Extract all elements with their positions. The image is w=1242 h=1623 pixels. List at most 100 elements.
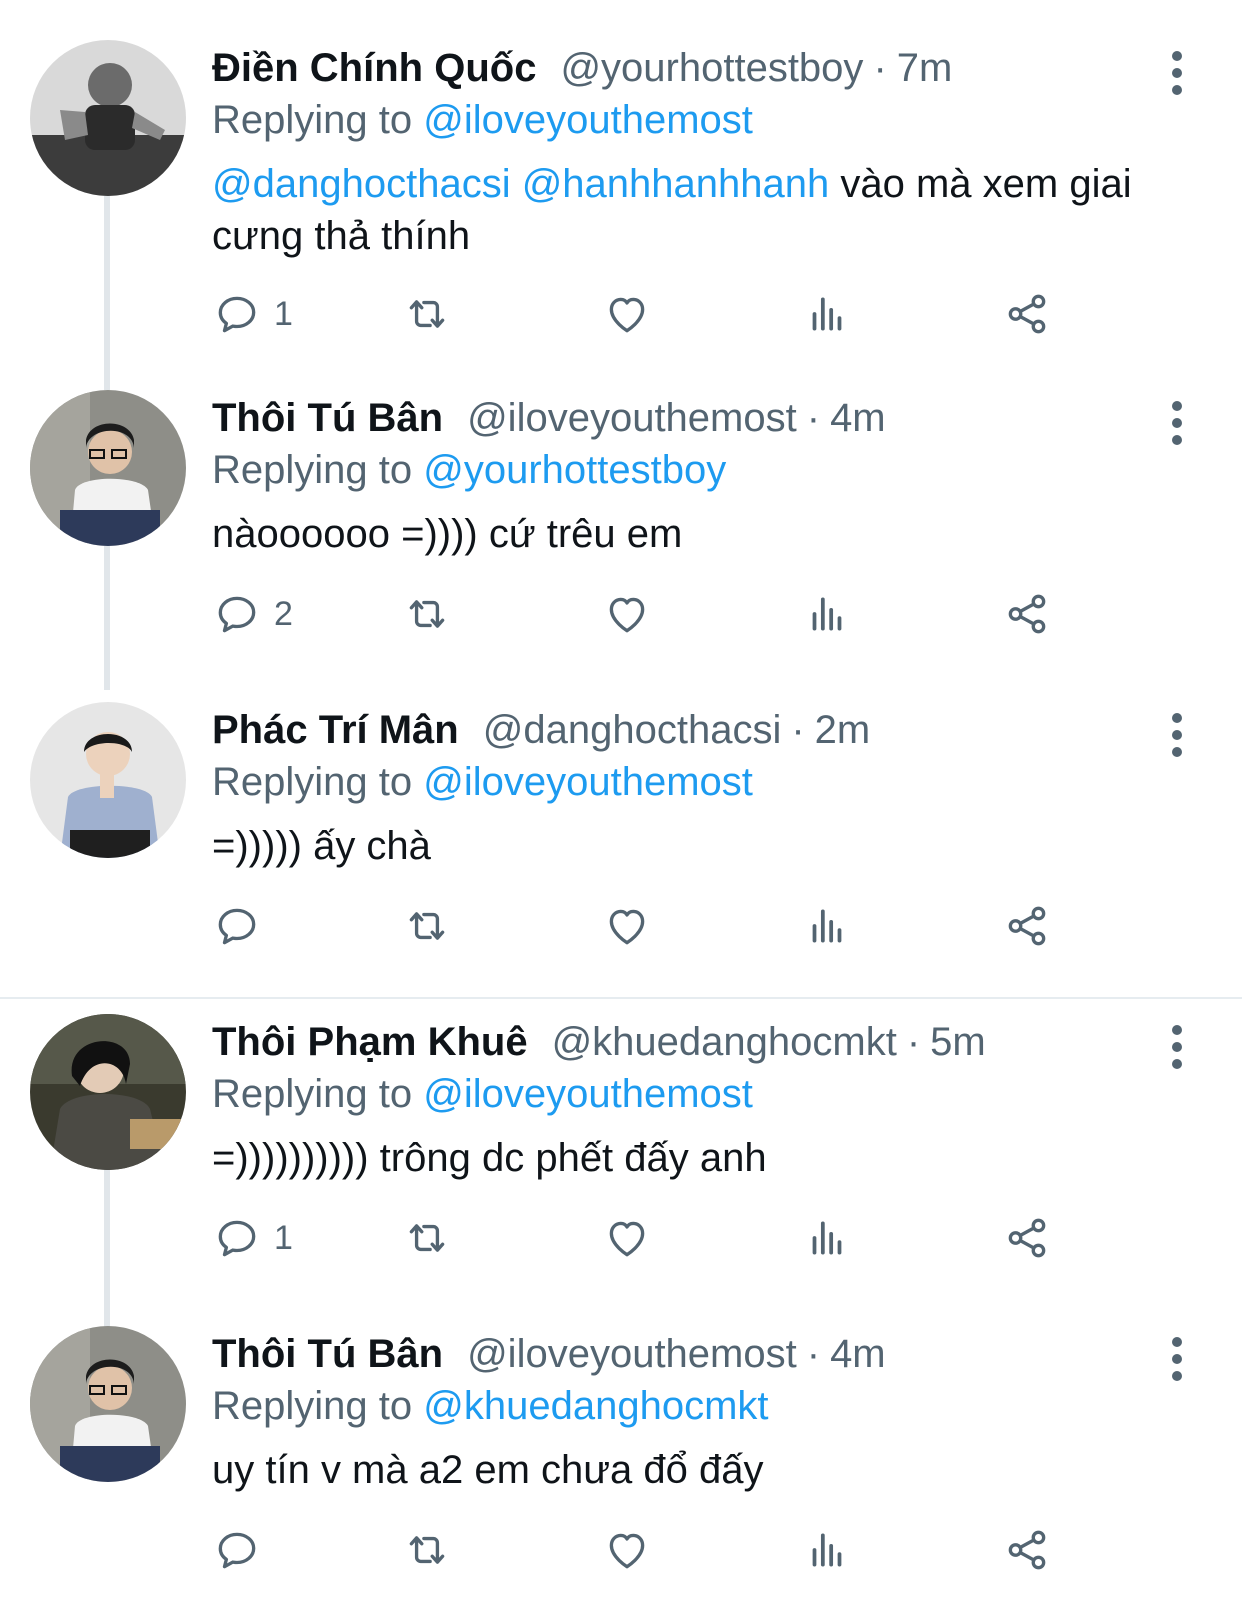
avatar[interactable]	[30, 390, 186, 546]
avatar[interactable]	[30, 40, 186, 196]
reply-button[interactable]	[212, 1522, 274, 1578]
replying-to-mention[interactable]: @khuedanghocmkt	[423, 1384, 768, 1428]
content-mentions[interactable]: @danghocthacsi @hanhhanhhanh	[212, 162, 829, 206]
retweet-icon	[409, 1536, 445, 1564]
handle[interactable]: @khuedanghocmkt	[552, 1014, 897, 1070]
display-name[interactable]: Phác Trí Mân	[212, 702, 459, 758]
replying-to: Replying to @yourhottestboy	[212, 442, 726, 498]
separator: ·	[906, 1020, 921, 1064]
avatar[interactable]	[30, 1326, 186, 1482]
more-options-icon	[1172, 1025, 1182, 1069]
display-name[interactable]: Thôi Phạm Khuê	[212, 1014, 528, 1070]
views-icon	[812, 1221, 842, 1255]
reply-count: 1	[274, 1218, 293, 1257]
retweet-button[interactable]	[402, 286, 452, 342]
tweet-header: Thôi Tú Bân @iloveyouthemost · 4m	[212, 1326, 886, 1382]
retweet-button[interactable]	[402, 898, 452, 954]
retweet-button[interactable]	[402, 1210, 452, 1266]
retweet-button[interactable]	[402, 586, 452, 642]
reply-button[interactable]: 2	[212, 586, 293, 642]
timestamp[interactable]: 5m	[930, 1014, 986, 1070]
reply-button[interactable]: 1	[212, 286, 293, 342]
more-options-button[interactable]	[1160, 1024, 1194, 1070]
replying-label: Replying to	[212, 1384, 413, 1428]
replying-to-mention[interactable]: @yourhottestboy	[423, 448, 726, 492]
separator: ·	[873, 46, 887, 90]
action-bar: 1	[212, 1210, 1112, 1266]
share-button[interactable]	[1002, 586, 1052, 642]
heart-icon	[609, 909, 645, 945]
replying-to: Replying to @iloveyouthemost	[212, 754, 753, 810]
more-options-button[interactable]	[1160, 400, 1194, 446]
reply-count: 1	[274, 294, 293, 333]
replying-label: Replying to	[212, 98, 413, 142]
heart-icon	[609, 1221, 645, 1257]
content-text: =))))) ấy chà	[212, 824, 431, 868]
display-name[interactable]: Thôi Tú Bân	[212, 1326, 443, 1382]
avatar[interactable]	[30, 1014, 186, 1170]
share-button[interactable]	[1002, 898, 1052, 954]
more-options-icon	[1172, 1337, 1182, 1381]
reply-count: 2	[274, 594, 293, 633]
tweet-text: nàoooooo =)))) cứ trêu em	[212, 508, 1172, 560]
heart-icon	[609, 297, 645, 333]
more-options-button[interactable]	[1160, 50, 1194, 96]
handle[interactable]: @iloveyouthemost	[467, 390, 797, 446]
views-button[interactable]	[802, 1522, 852, 1578]
replying-to-mention[interactable]: @iloveyouthemost	[423, 1072, 753, 1116]
timestamp[interactable]: 4m	[830, 390, 886, 446]
reply-icon	[218, 1532, 256, 1569]
action-bar	[212, 898, 1112, 954]
tweet-text: =))))) ấy chà	[212, 820, 1172, 872]
views-button[interactable]	[802, 898, 852, 954]
like-button[interactable]	[602, 898, 652, 954]
retweet-icon	[409, 300, 445, 328]
tweet[interactable]: Thôi Phạm Khuê @khuedanghocmkt · 5m Repl…	[0, 1014, 1242, 1294]
tweet-header: Thôi Phạm Khuê @khuedanghocmkt · 5m	[212, 1014, 986, 1070]
heart-icon	[609, 1533, 645, 1569]
views-button[interactable]	[802, 586, 852, 642]
tweet[interactable]: Phác Trí Mân @danghocthacsi · 2m Replyin…	[0, 702, 1242, 982]
avatar-photo-icon	[30, 1014, 186, 1170]
share-button[interactable]	[1002, 286, 1052, 342]
replying-to-mention[interactable]: @iloveyouthemost	[423, 98, 753, 142]
display-name[interactable]: Thôi Tú Bân	[212, 390, 443, 446]
avatar[interactable]	[30, 702, 186, 858]
timestamp[interactable]: 4m	[830, 1326, 886, 1382]
like-button[interactable]	[602, 586, 652, 642]
views-button[interactable]	[802, 286, 852, 342]
retweet-icon	[409, 1224, 445, 1252]
like-button[interactable]	[602, 1522, 652, 1578]
avatar-photo-icon	[30, 390, 186, 546]
share-button[interactable]	[1002, 1522, 1052, 1578]
handle[interactable]: @iloveyouthemost	[467, 1326, 797, 1382]
more-options-button[interactable]	[1160, 1336, 1194, 1382]
like-button[interactable]	[602, 286, 652, 342]
more-options-icon	[1172, 51, 1182, 95]
reply-button[interactable]: 1	[212, 1210, 293, 1266]
content-text: uy tín v mà a2 em chưa đổ đấy	[212, 1448, 764, 1492]
handle[interactable]: @danghocthacsi	[483, 702, 782, 758]
views-button[interactable]	[802, 1210, 852, 1266]
reply-icon	[218, 1220, 256, 1257]
handle[interactable]: @yourhottestboy	[560, 40, 863, 96]
heart-icon	[609, 597, 645, 633]
action-bar: 2	[212, 586, 1112, 642]
replying-to-mention[interactable]: @iloveyouthemost	[423, 760, 753, 804]
like-button[interactable]	[602, 1210, 652, 1266]
reply-button[interactable]	[212, 898, 274, 954]
share-icon	[1008, 1530, 1046, 1570]
tweet[interactable]: Thôi Tú Bân @iloveyouthemost · 4m Replyi…	[0, 390, 1242, 670]
share-icon	[1008, 294, 1046, 334]
more-options-button[interactable]	[1160, 712, 1194, 758]
tweet[interactable]: Điền Chính Quốc @yourhottestboy · 7m Rep…	[0, 40, 1242, 360]
share-button[interactable]	[1002, 1210, 1052, 1266]
separator: ·	[791, 708, 805, 752]
conversation-divider	[0, 997, 1242, 999]
display-name[interactable]: Điền Chính Quốc	[212, 40, 536, 96]
retweet-button[interactable]	[402, 1522, 452, 1578]
timestamp[interactable]: 2m	[815, 702, 871, 758]
more-options-icon	[1172, 713, 1182, 757]
timestamp[interactable]: 7m	[897, 40, 953, 96]
tweet[interactable]: Thôi Tú Bân @iloveyouthemost · 4m Replyi…	[0, 1326, 1242, 1606]
